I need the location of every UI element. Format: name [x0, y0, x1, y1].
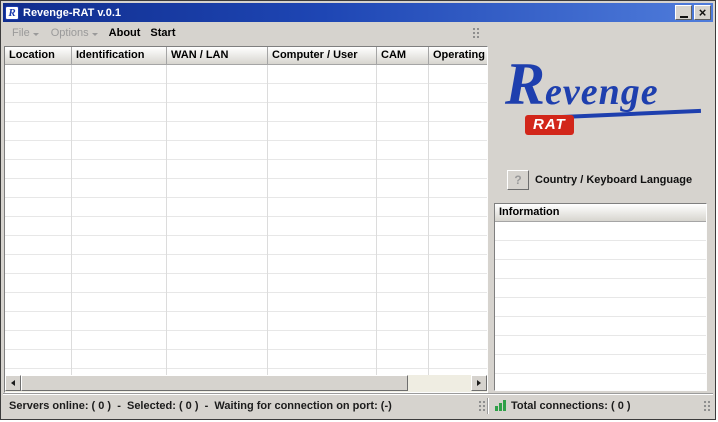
- information-list: Information: [494, 203, 707, 391]
- menu-file[interactable]: File: [6, 25, 45, 41]
- information-column-header[interactable]: Information: [495, 204, 706, 222]
- revenge-rat-logo: Revenge RAT: [501, 59, 711, 143]
- logo-letter-r: R: [505, 51, 545, 117]
- status-summary: Servers online: ( 0 ) - Selected: ( 0 ) …: [3, 400, 475, 412]
- resize-grip[interactable]: [704, 401, 710, 411]
- clients-table: Location Identification WAN / LAN Comput…: [4, 46, 488, 393]
- logo-wordmark: Revenge: [505, 59, 659, 114]
- logo-rat-badge: RAT: [525, 115, 574, 135]
- minimize-button[interactable]: [675, 5, 692, 20]
- information-list-body: [495, 222, 706, 390]
- chevron-down-icon: [92, 33, 98, 36]
- clients-table-header: Location Identification WAN / LAN Comput…: [5, 47, 487, 65]
- arrow-left-icon: [11, 380, 15, 386]
- close-icon: ×: [699, 7, 707, 18]
- menu-about-label: About: [109, 27, 141, 39]
- menu-options-label: Options: [51, 27, 89, 39]
- country-keyboard-label: Country / Keyboard Language: [535, 174, 692, 186]
- toolbar-grip: [473, 28, 479, 38]
- column-header-wan-lan[interactable]: WAN / LAN: [167, 47, 268, 65]
- status-grip: [479, 401, 485, 411]
- status-divider: [487, 398, 489, 414]
- status-right-panel: Total connections: ( 0 ): [493, 394, 713, 417]
- menu-file-label: File: [12, 27, 30, 39]
- menu-options[interactable]: Options: [45, 25, 104, 41]
- status-bar: Servers online: ( 0 ) - Selected: ( 0 ) …: [3, 393, 713, 417]
- column-header-identification[interactable]: Identification: [72, 47, 167, 65]
- app-icon: R: [5, 6, 19, 20]
- column-header-cam[interactable]: CAM: [377, 47, 429, 65]
- scroll-left-button[interactable]: [5, 375, 21, 391]
- total-connections-label: Total connections: ( 0 ): [511, 400, 631, 412]
- app-window: R Revenge-RAT v.0.1 × File Options About…: [0, 0, 716, 420]
- column-header-location[interactable]: Location: [5, 47, 72, 65]
- minimize-icon: [680, 16, 688, 18]
- logo-letters-rest: evenge: [545, 71, 659, 113]
- close-button[interactable]: ×: [694, 5, 711, 20]
- menu-start[interactable]: Start: [145, 25, 180, 41]
- arrow-right-icon: [477, 380, 481, 386]
- scrollbar-track[interactable]: [21, 375, 471, 392]
- column-header-computer-user[interactable]: Computer / User: [268, 47, 377, 65]
- scroll-right-button[interactable]: [471, 375, 487, 391]
- menu-about[interactable]: About: [104, 25, 146, 41]
- help-button[interactable]: ?: [507, 170, 529, 190]
- connections-bars-icon: [495, 400, 506, 411]
- column-header-operating-system[interactable]: Operating System: [429, 47, 487, 65]
- app-icon-letter: R: [8, 7, 15, 19]
- scrollbar-thumb[interactable]: [21, 375, 408, 391]
- clients-table-body: [5, 65, 487, 375]
- menu-start-label: Start: [150, 27, 175, 39]
- horizontal-scrollbar[interactable]: [5, 375, 487, 392]
- title-bar[interactable]: R Revenge-RAT v.0.1 ×: [3, 3, 713, 22]
- window-title: Revenge-RAT v.0.1: [23, 7, 673, 19]
- menu-bar: File Options About Start: [3, 23, 713, 43]
- chevron-down-icon: [33, 33, 39, 36]
